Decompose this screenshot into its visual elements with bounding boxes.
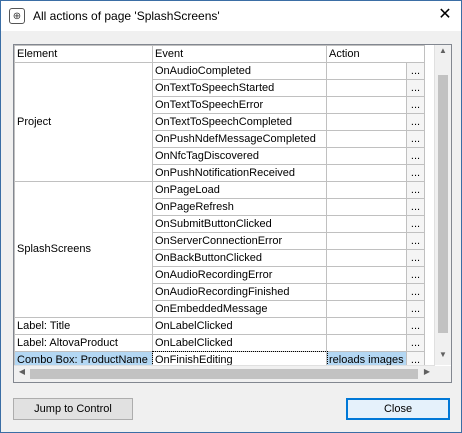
horizontal-scroll-thumb[interactable] — [30, 369, 418, 379]
app-icon: ⊕ — [9, 8, 25, 24]
event-cell[interactable]: OnAudioRecordingError — [152, 266, 327, 284]
vertical-scroll-thumb[interactable] — [438, 75, 448, 333]
event-cell[interactable]: OnBackButtonClicked — [152, 249, 327, 267]
title-bar: ⊕ All actions of page 'SplashScreens' ✕ — [1, 1, 461, 31]
edit-action-button[interactable]: ... — [406, 334, 425, 352]
edit-action-button[interactable]: ... — [406, 96, 425, 114]
edit-action-button[interactable]: ... — [406, 215, 425, 233]
action-cell[interactable] — [326, 181, 407, 199]
element-cell[interactable]: Label: AltovaProduct — [14, 334, 153, 352]
close-button[interactable]: Close — [346, 398, 450, 420]
scroll-down-icon[interactable]: ▼ — [435, 350, 451, 364]
edit-action-button[interactable]: ... — [406, 232, 425, 250]
dialog-window: ⊕ All actions of page 'SplashScreens' ✕ … — [0, 0, 462, 433]
scroll-left-icon[interactable]: ◀ — [15, 367, 29, 381]
action-cell[interactable] — [326, 198, 407, 216]
edit-action-button[interactable]: ... — [406, 266, 425, 284]
event-cell[interactable]: OnEmbeddedMessage — [152, 300, 327, 318]
event-cell[interactable]: OnServerConnectionError — [152, 232, 327, 250]
edit-action-button[interactable]: ... — [406, 249, 425, 267]
event-cell[interactable]: OnTextToSpeechError — [152, 96, 327, 114]
actions-table: Element Event Action Project OnAudioCompl… — [14, 45, 425, 382]
event-cell[interactable]: OnSubmitButtonClicked — [152, 215, 327, 233]
horizontal-scrollbar[interactable]: ◀ ▶ — [14, 365, 435, 382]
action-cell[interactable] — [326, 79, 407, 97]
action-cell[interactable] — [326, 249, 407, 267]
edit-action-button[interactable]: ... — [406, 147, 425, 165]
edit-action-button[interactable]: ... — [406, 62, 425, 80]
edit-action-button[interactable]: ... — [406, 113, 425, 131]
action-cell[interactable] — [326, 164, 407, 182]
event-cell[interactable]: OnPageRefresh — [152, 198, 327, 216]
action-cell[interactable] — [326, 62, 407, 80]
jump-to-control-button[interactable]: Jump to Control — [13, 398, 133, 420]
window-title: All actions of page 'SplashScreens' — [33, 9, 220, 23]
action-cell[interactable] — [326, 215, 407, 233]
event-cell[interactable]: OnLabelClicked — [152, 317, 327, 335]
action-cell[interactable] — [326, 130, 407, 148]
action-cell[interactable] — [326, 113, 407, 131]
edit-action-button[interactable]: ... — [406, 130, 425, 148]
event-cell[interactable]: OnTextToSpeechCompleted — [152, 113, 327, 131]
action-cell[interactable] — [326, 283, 407, 301]
scrollbar-corner — [435, 366, 451, 382]
action-cell[interactable] — [326, 96, 407, 114]
event-cell[interactable]: OnNfcTagDiscovered — [152, 147, 327, 165]
edit-action-button[interactable]: ... — [406, 283, 425, 301]
event-cell[interactable]: OnLabelClicked — [152, 334, 327, 352]
element-cell[interactable]: Project — [14, 62, 153, 182]
table-row[interactable]: Label: AltovaProduct OnLabelClicked... — [14, 334, 425, 352]
column-header-event[interactable]: Event — [152, 45, 327, 63]
scroll-right-icon[interactable]: ▶ — [420, 367, 434, 381]
action-cell[interactable] — [326, 147, 407, 165]
event-cell[interactable]: OnAudioRecordingFinished — [152, 283, 327, 301]
action-cell[interactable] — [326, 317, 407, 335]
column-header-action[interactable]: Action — [326, 45, 425, 63]
element-cell[interactable]: Label: Title — [14, 317, 153, 335]
edit-action-button[interactable]: ... — [406, 164, 425, 182]
action-cell[interactable] — [326, 266, 407, 284]
element-cell[interactable]: SplashScreens — [14, 181, 153, 318]
edit-action-button[interactable]: ... — [406, 181, 425, 199]
event-cell[interactable]: OnPageLoad — [152, 181, 327, 199]
action-cell[interactable] — [326, 300, 407, 318]
action-cell[interactable] — [326, 334, 407, 352]
table-row[interactable]: SplashScreens OnPageLoad... — [14, 181, 425, 318]
column-header-element[interactable]: Element — [14, 45, 153, 63]
edit-action-button[interactable]: ... — [406, 317, 425, 335]
edit-action-button[interactable]: ... — [406, 79, 425, 97]
event-cell[interactable]: OnTextToSpeechStarted — [152, 79, 327, 97]
action-cell[interactable] — [326, 232, 407, 250]
event-cell[interactable]: OnAudioCompleted — [152, 62, 327, 80]
table-row[interactable]: Project OnAudioCompleted... — [14, 62, 425, 182]
event-cell[interactable]: OnPushNdefMessageCompleted — [152, 130, 327, 148]
event-cell[interactable]: OnPushNotificationReceived — [152, 164, 327, 182]
vertical-scrollbar[interactable]: ▲ ▼ — [434, 45, 451, 365]
edit-action-button[interactable]: ... — [406, 198, 425, 216]
header-row: Element Event Action — [14, 45, 425, 63]
scroll-up-icon[interactable]: ▲ — [435, 46, 451, 60]
actions-grid: Element Event Action Project OnAudioCompl… — [13, 44, 452, 383]
edit-action-button[interactable]: ... — [406, 300, 425, 318]
table-row[interactable]: Label: Title OnLabelClicked... — [14, 317, 425, 335]
close-icon[interactable]: ✕ — [437, 7, 453, 23]
